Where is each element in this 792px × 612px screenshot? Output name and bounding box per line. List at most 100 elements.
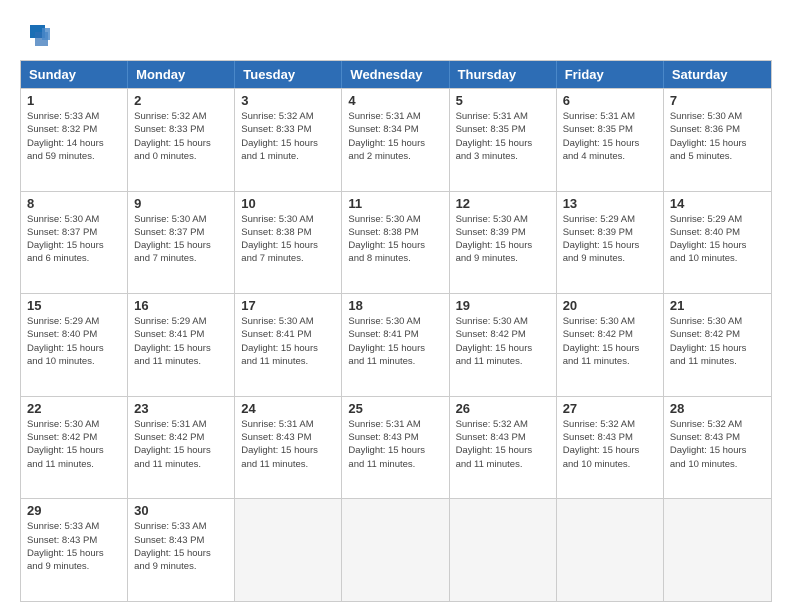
- day-number: 16: [134, 298, 228, 313]
- day-number: 2: [134, 93, 228, 108]
- day-cell-5: 5 Sunrise: 5:31 AMSunset: 8:35 PMDaylight…: [450, 89, 557, 191]
- calendar-body: 1 Sunrise: 5:33 AMSunset: 8:32 PMDaylight…: [21, 88, 771, 601]
- day-cell-17: 17 Sunrise: 5:30 AMSunset: 8:41 PMDayligh…: [235, 294, 342, 396]
- day-number: 9: [134, 196, 228, 211]
- day-info: Sunrise: 5:31 AMSunset: 8:43 PMDaylight:…: [348, 418, 442, 471]
- header-wednesday: Wednesday: [342, 61, 449, 88]
- day-cell-29: 29 Sunrise: 5:33 AMSunset: 8:43 PMDayligh…: [21, 499, 128, 601]
- week-row-3: 15Sunrise: 5:29 AMSunset: 8:40 PMDayligh…: [21, 293, 771, 396]
- day-cell-8: 8Sunrise: 5:30 AMSunset: 8:37 PMDaylight…: [21, 192, 128, 294]
- day-number: 30: [134, 503, 228, 518]
- day-cell-26: 26 Sunrise: 5:32 AMSunset: 8:43 PMDayligh…: [450, 397, 557, 499]
- day-number: 22: [27, 401, 121, 416]
- day-number: 29: [27, 503, 121, 518]
- day-number: 25: [348, 401, 442, 416]
- day-cell-2: 2 Sunrise: 5:32 AMSunset: 8:33 PMDaylight…: [128, 89, 235, 191]
- day-info: Sunrise: 5:29 AMSunset: 8:40 PMDaylight:…: [27, 315, 121, 368]
- day-info: Sunrise: 5:32 AMSunset: 8:43 PMDaylight:…: [456, 418, 550, 471]
- day-info: Sunrise: 5:32 AMSunset: 8:33 PMDaylight:…: [134, 110, 228, 163]
- day-number: 17: [241, 298, 335, 313]
- day-cell-19: 19 Sunrise: 5:30 AMSunset: 8:42 PMDayligh…: [450, 294, 557, 396]
- empty-cell: [342, 499, 449, 601]
- empty-cell: [235, 499, 342, 601]
- day-cell-7: 7 Sunrise: 5:30 AMSunset: 8:36 PMDaylight…: [664, 89, 771, 191]
- calendar-header: SundayMondayTuesdayWednesdayThursdayFrid…: [21, 61, 771, 88]
- day-info: Sunrise: 5:32 AMSunset: 8:33 PMDaylight:…: [241, 110, 335, 163]
- header-friday: Friday: [557, 61, 664, 88]
- week-row-1: 1 Sunrise: 5:33 AMSunset: 8:32 PMDaylight…: [21, 88, 771, 191]
- day-info: Sunrise: 5:29 AMSunset: 8:41 PMDaylight:…: [134, 315, 228, 368]
- day-cell-28: 28 Sunrise: 5:32 AMSunset: 8:43 PMDayligh…: [664, 397, 771, 499]
- day-number: 3: [241, 93, 335, 108]
- day-info: Sunrise: 5:30 AMSunset: 8:36 PMDaylight:…: [670, 110, 765, 163]
- empty-cell: [664, 499, 771, 601]
- logo: [20, 20, 54, 50]
- day-cell-15: 15Sunrise: 5:29 AMSunset: 8:40 PMDayligh…: [21, 294, 128, 396]
- day-number: 6: [563, 93, 657, 108]
- day-info: Sunrise: 5:30 AMSunset: 8:42 PMDaylight:…: [563, 315, 657, 368]
- calendar: SundayMondayTuesdayWednesdayThursdayFrid…: [20, 60, 772, 602]
- day-number: 8: [27, 196, 121, 211]
- day-number: 10: [241, 196, 335, 211]
- day-info: Sunrise: 5:33 AMSunset: 8:43 PMDaylight:…: [134, 520, 228, 573]
- day-cell-24: 24 Sunrise: 5:31 AMSunset: 8:43 PMDayligh…: [235, 397, 342, 499]
- day-cell-6: 6 Sunrise: 5:31 AMSunset: 8:35 PMDaylight…: [557, 89, 664, 191]
- day-cell-1: 1 Sunrise: 5:33 AMSunset: 8:32 PMDaylight…: [21, 89, 128, 191]
- day-info: Sunrise: 5:30 AMSunset: 8:42 PMDaylight:…: [670, 315, 765, 368]
- day-info: Sunrise: 5:30 AMSunset: 8:38 PMDaylight:…: [241, 213, 335, 266]
- day-number: 18: [348, 298, 442, 313]
- day-number: 23: [134, 401, 228, 416]
- day-cell-30: 30 Sunrise: 5:33 AMSunset: 8:43 PMDayligh…: [128, 499, 235, 601]
- day-cell-14: 14 Sunrise: 5:29 AMSunset: 8:40 PMDayligh…: [664, 192, 771, 294]
- day-number: 27: [563, 401, 657, 416]
- day-cell-27: 27 Sunrise: 5:32 AMSunset: 8:43 PMDayligh…: [557, 397, 664, 499]
- day-number: 1: [27, 93, 121, 108]
- day-cell-25: 25 Sunrise: 5:31 AMSunset: 8:43 PMDayligh…: [342, 397, 449, 499]
- day-number: 26: [456, 401, 550, 416]
- day-cell-18: 18 Sunrise: 5:30 AMSunset: 8:41 PMDayligh…: [342, 294, 449, 396]
- day-cell-3: 3 Sunrise: 5:32 AMSunset: 8:33 PMDaylight…: [235, 89, 342, 191]
- day-info: Sunrise: 5:31 AMSunset: 8:35 PMDaylight:…: [563, 110, 657, 163]
- day-info: Sunrise: 5:33 AMSunset: 8:32 PMDaylight:…: [27, 110, 121, 163]
- day-info: Sunrise: 5:31 AMSunset: 8:35 PMDaylight:…: [456, 110, 550, 163]
- empty-cell: [557, 499, 664, 601]
- header-saturday: Saturday: [664, 61, 771, 88]
- day-number: 13: [563, 196, 657, 211]
- day-info: Sunrise: 5:30 AMSunset: 8:38 PMDaylight:…: [348, 213, 442, 266]
- day-number: 14: [670, 196, 765, 211]
- day-info: Sunrise: 5:31 AMSunset: 8:43 PMDaylight:…: [241, 418, 335, 471]
- day-number: 19: [456, 298, 550, 313]
- day-info: Sunrise: 5:33 AMSunset: 8:43 PMDaylight:…: [27, 520, 121, 573]
- day-cell-13: 13 Sunrise: 5:29 AMSunset: 8:39 PMDayligh…: [557, 192, 664, 294]
- day-info: Sunrise: 5:31 AMSunset: 8:34 PMDaylight:…: [348, 110, 442, 163]
- week-row-2: 8 Sunrise: 5:30 AMSunset: 8:37 PMDaylight…: [21, 191, 771, 294]
- day-cell-22: 22Sunrise: 5:30 AMSunset: 8:42 PMDayligh…: [21, 397, 128, 499]
- header-sunday: Sunday: [21, 61, 128, 88]
- day-cell-16: 16 Sunrise: 5:29 AMSunset: 8:41 PMDayligh…: [128, 294, 235, 396]
- day-info: Sunrise: 5:32 AMSunset: 8:43 PMDaylight:…: [563, 418, 657, 471]
- day-info: Sunrise: 5:30 AMSunset: 8:41 PMDaylight:…: [348, 315, 442, 368]
- day-number: 12: [456, 196, 550, 211]
- day-info: Sunrise: 5:30 AMSunset: 8:41 PMDaylight:…: [241, 315, 335, 368]
- day-number: 4: [348, 93, 442, 108]
- empty-cell: [450, 499, 557, 601]
- day-cell-10: 10 Sunrise: 5:30 AMSunset: 8:38 PMDayligh…: [235, 192, 342, 294]
- day-info: Sunrise: 5:29 AMSunset: 8:40 PMDaylight:…: [670, 213, 765, 266]
- week-row-5: 29 Sunrise: 5:33 AMSunset: 8:43 PMDayligh…: [21, 498, 771, 601]
- header-tuesday: Tuesday: [235, 61, 342, 88]
- day-number: 28: [670, 401, 765, 416]
- day-info: Sunrise: 5:30 AMSunset: 8:37 PMDaylight:…: [134, 213, 228, 266]
- day-number: 24: [241, 401, 335, 416]
- day-cell-20: 20 Sunrise: 5:30 AMSunset: 8:42 PMDayligh…: [557, 294, 664, 396]
- header-monday: Monday: [128, 61, 235, 88]
- day-number: 5: [456, 93, 550, 108]
- day-info: Sunrise: 5:31 AMSunset: 8:42 PMDaylight:…: [134, 418, 228, 471]
- day-number: 20: [563, 298, 657, 313]
- day-info: Sunrise: 5:30 AMSunset: 8:42 PMDaylight:…: [456, 315, 550, 368]
- day-number: 7: [670, 93, 765, 108]
- day-cell-9: 9 Sunrise: 5:30 AMSunset: 8:37 PMDaylight…: [128, 192, 235, 294]
- day-info: Sunrise: 5:32 AMSunset: 8:43 PMDaylight:…: [670, 418, 765, 471]
- day-cell-12: 12Sunrise: 5:30 AMSunset: 8:39 PMDayligh…: [450, 192, 557, 294]
- day-cell-21: 21Sunrise: 5:30 AMSunset: 8:42 PMDayligh…: [664, 294, 771, 396]
- day-info: Sunrise: 5:29 AMSunset: 8:39 PMDaylight:…: [563, 213, 657, 266]
